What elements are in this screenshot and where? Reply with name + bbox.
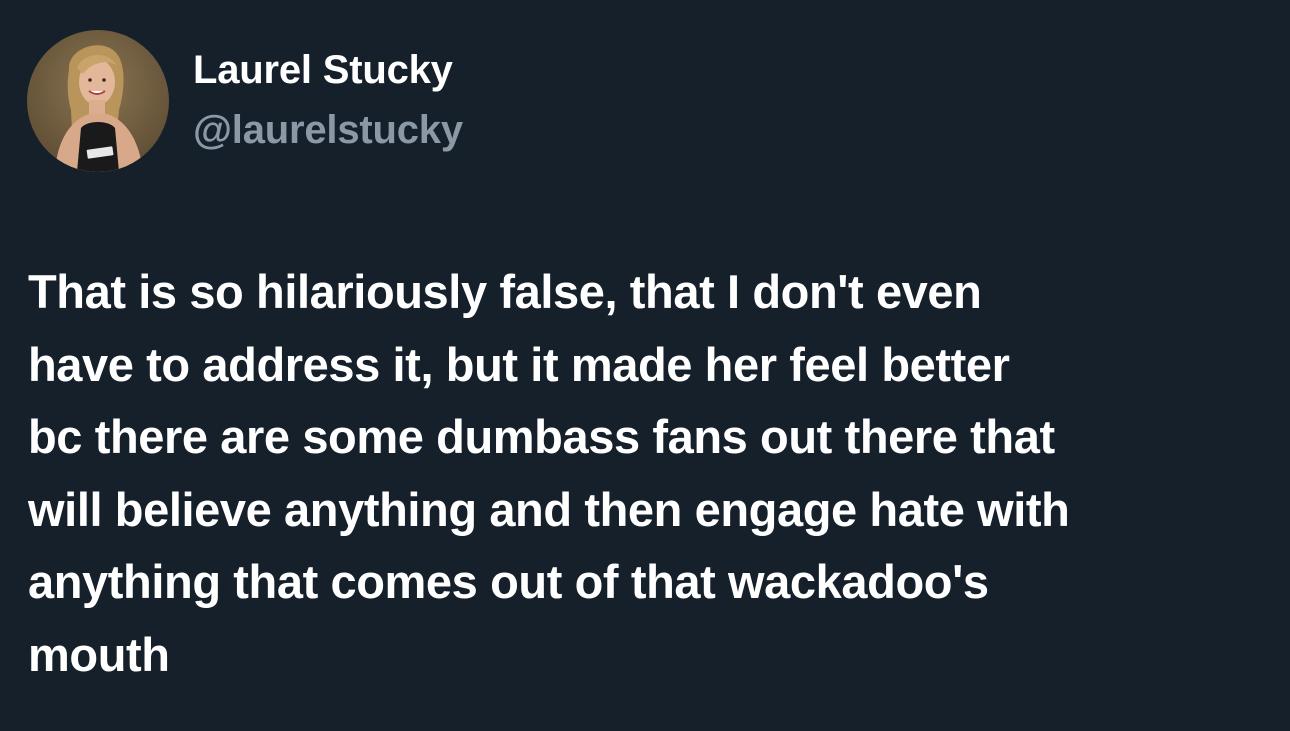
author-handle[interactable]: @laurelstucky <box>193 108 463 153</box>
tweet-text-line: will believe anything and then engage ha… <box>28 482 1070 536</box>
tweet-text-line: bc there are some dumbass fans out there… <box>28 410 1055 463</box>
tweet-text-line: That is so hilariously false, that I don… <box>28 265 982 318</box>
author-display-name[interactable]: Laurel Stucky <box>193 48 453 93</box>
tweet-text-line: mouth <box>28 627 170 681</box>
tweet-text: That is so hilariously false, that I don… <box>28 256 1268 691</box>
profile-photo-icon <box>27 30 169 172</box>
tweet-card: Laurel Stucky @laurelstucky That is so h… <box>0 0 1290 731</box>
author-avatar[interactable] <box>27 30 169 172</box>
tweet-text-line: have to address it, but it made her feel… <box>28 337 1010 391</box>
tweet-text-line: anything that comes out of that wackadoo… <box>28 555 989 608</box>
